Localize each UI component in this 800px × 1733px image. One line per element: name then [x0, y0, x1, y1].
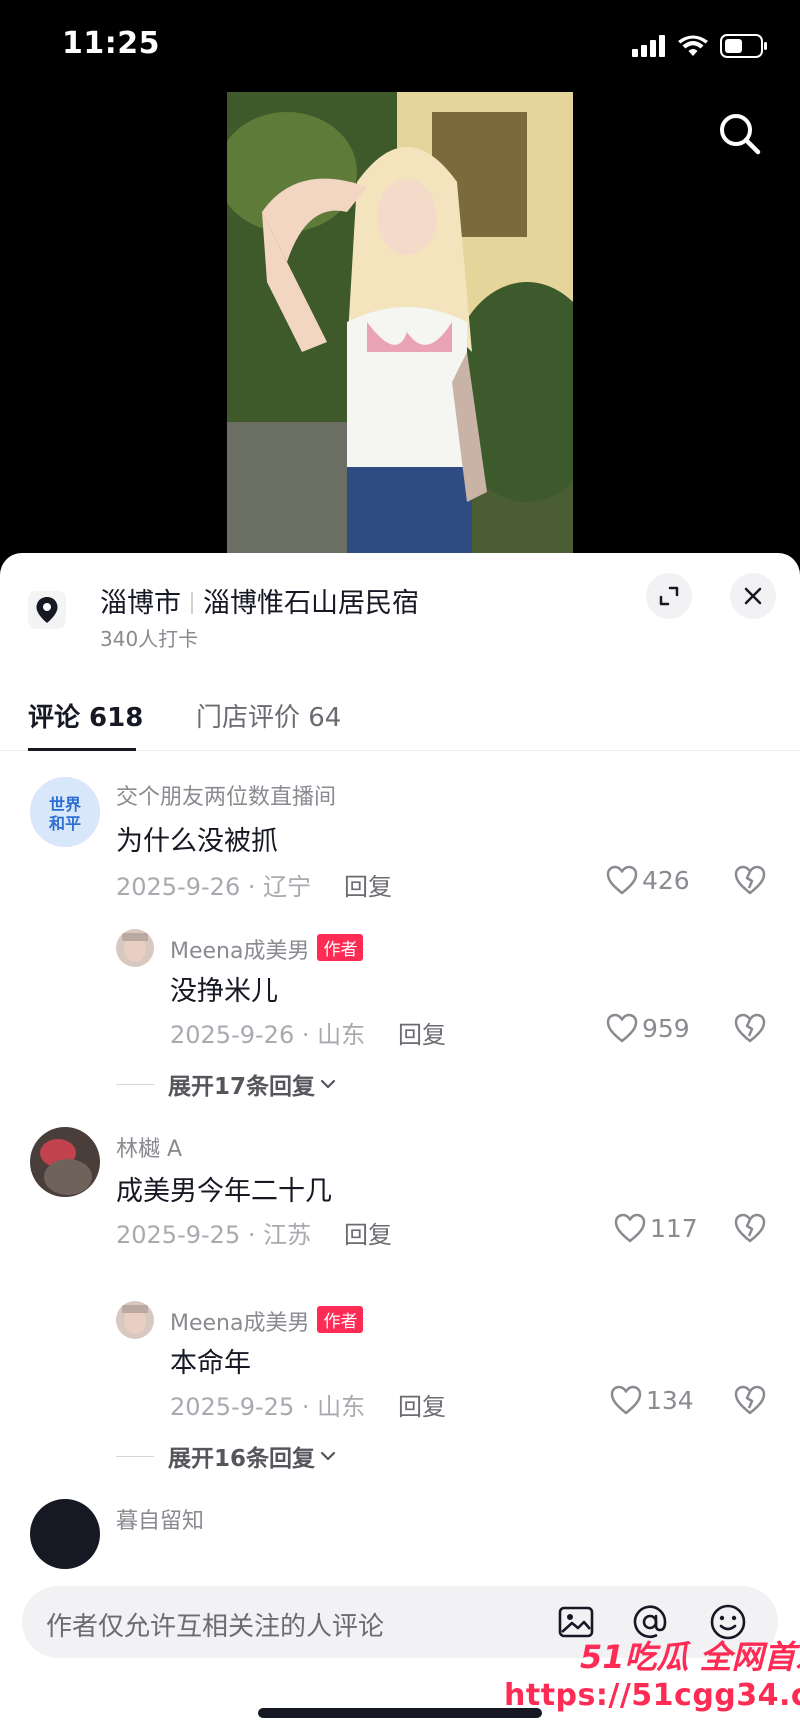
location-place: 淄博惟石山居民宿 [203, 588, 419, 619]
heart-icon [606, 865, 638, 895]
wifi-icon [678, 35, 708, 56]
reply-meta: 2025-9-26 · 山东 [170, 1021, 366, 1049]
like-button[interactable]: 959 [606, 1013, 690, 1043]
status-icons [632, 34, 768, 58]
location-title[interactable]: 淄博市 淄博惟石山居民宿 [100, 581, 419, 620]
like-count: 117 [650, 1213, 698, 1243]
reply-button[interactable]: 回复 [398, 1015, 446, 1050]
tab-store-reviews[interactable]: 门店评价 64 [196, 697, 341, 734]
like-button[interactable]: 426 [606, 865, 690, 895]
tab-bar: 评论 618 门店评价 64 [0, 683, 800, 751]
author-badge: 作者 [317, 1306, 364, 1333]
reply-meta: 2025-9-25 · 山东 [170, 1393, 366, 1421]
dislike-icon[interactable] [734, 1213, 766, 1243]
like-button[interactable]: 117 [614, 1213, 698, 1243]
heart-icon [606, 1013, 638, 1043]
reply-button[interactable]: 回复 [398, 1387, 446, 1422]
signal-icon [632, 35, 665, 57]
heart-icon [610, 1385, 642, 1415]
location-city: 淄博市 [100, 588, 181, 619]
active-tab-indicator [28, 748, 136, 751]
heart-icon [614, 1213, 646, 1243]
comment-input-placeholder: 作者仅允许互相关注的人评论 [46, 1612, 385, 1642]
reply-avatar[interactable] [116, 1301, 154, 1339]
reply-button[interactable]: 回复 [344, 867, 392, 902]
reply-username[interactable]: Meena成美男 作者 [170, 1305, 364, 1337]
comment-meta: 2025-9-26 · 辽宁 [116, 873, 312, 901]
svg-text:和平: 和平 [49, 814, 81, 833]
home-indicator[interactable] [258, 1708, 542, 1718]
comment-text: 成美男今年二十几 [116, 1176, 332, 1207]
screen: 11:25 淄博市 淄博惟石山居民宿 340人打卡 评论 618 门店评价 64… [0, 0, 800, 1733]
watermark-url: https://51cgg34.com [504, 1678, 800, 1713]
chevron-down-icon [320, 1079, 336, 1089]
comment-sheet: 淄博市 淄博惟石山居民宿 340人打卡 评论 618 门店评价 64 世界 和平… [0, 553, 800, 1733]
location-checkins: 340人打卡 [100, 627, 199, 651]
comment-username[interactable]: 林樾 A [116, 1131, 182, 1163]
tab-comments[interactable]: 评论 618 [28, 697, 143, 734]
reply-button[interactable]: 回复 [344, 1215, 392, 1250]
status-bar: 11:25 [0, 0, 800, 96]
like-button[interactable]: 134 [610, 1385, 694, 1415]
search-icon [720, 114, 761, 155]
chevron-down-icon [320, 1451, 336, 1461]
like-count: 134 [646, 1385, 694, 1415]
location-pin-icon [28, 591, 66, 629]
battery-icon [720, 34, 767, 58]
expand-dash [116, 1083, 154, 1085]
close-button[interactable] [730, 573, 776, 619]
avatar[interactable] [30, 1127, 100, 1197]
like-count: 426 [642, 865, 690, 895]
dislike-icon[interactable] [734, 1385, 766, 1415]
comment-meta: 2025-9-25 · 江苏 [116, 1221, 312, 1249]
fullscreen-button[interactable] [646, 573, 692, 619]
title-separator [191, 592, 193, 614]
dislike-icon[interactable] [734, 865, 766, 895]
watermark-title: 51吃瓜 全网首发 [580, 1638, 800, 1676]
expand-replies-button[interactable]: 展开17条回复 [116, 1067, 337, 1101]
location-header[interactable]: 淄博市 淄博惟石山居民宿 340人打卡 [0, 553, 800, 663]
comment-text: 为什么没被抓 [116, 826, 278, 857]
video-photo [227, 92, 573, 562]
comment-username[interactable]: 交个朋友两位数直播间 [116, 779, 336, 811]
close-icon [744, 587, 762, 605]
author-badge: 作者 [317, 934, 364, 961]
reply-text: 本命年 [170, 1348, 251, 1379]
search-button[interactable] [714, 108, 766, 160]
avatar[interactable]: 世界 和平 [30, 777, 100, 847]
like-count: 959 [642, 1013, 690, 1043]
dislike-icon[interactable] [734, 1013, 766, 1043]
status-time: 11:25 [62, 26, 160, 61]
expand-dash [116, 1455, 154, 1457]
expand-replies-button[interactable]: 展开16条回复 [116, 1439, 337, 1473]
svg-text:世界: 世界 [49, 795, 81, 814]
reply-avatar[interactable] [116, 929, 154, 967]
reply-text: 没挣米儿 [170, 976, 278, 1007]
comment-list: 世界 和平 交个朋友两位数直播间 为什么没被抓 2025-9-26 · 辽宁 回… [0, 753, 800, 1653]
avatar[interactable] [30, 1499, 100, 1569]
reply-username[interactable]: Meena成美男 作者 [170, 933, 364, 965]
comment-username[interactable]: 暮自留知 [116, 1503, 204, 1535]
video-frame[interactable] [227, 92, 573, 562]
expand-icon [659, 586, 679, 606]
